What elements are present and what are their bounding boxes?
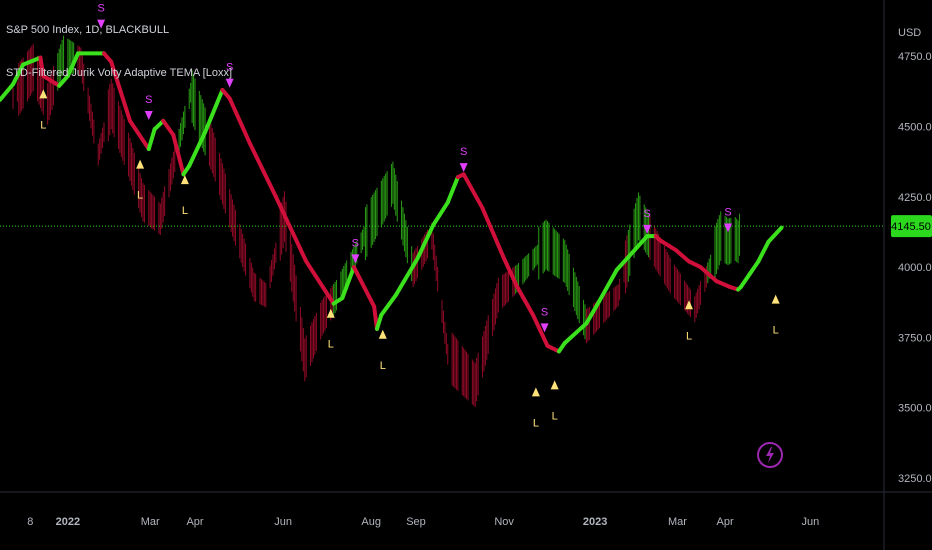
long-label: L — [533, 417, 539, 429]
short-label: S — [145, 94, 152, 106]
y-tick-label: 3250.00 — [898, 473, 932, 485]
lightning-button[interactable] — [757, 442, 783, 468]
x-tick-label: Nov — [494, 516, 514, 528]
long-label: L — [380, 360, 386, 372]
x-tick-label: Jun — [274, 516, 292, 528]
chart-stage: LSLSLSLSLSSLLSLSLUSD4750.004500.004250.0… — [0, 0, 932, 550]
y-tick-label: 3500.00 — [898, 403, 932, 415]
lightning-icon — [766, 447, 774, 463]
y-tick-label: 4250.00 — [898, 192, 932, 204]
tema-segment — [698, 265, 719, 284]
tema-segment — [714, 279, 732, 289]
tema-segment — [766, 225, 784, 244]
tema-segment — [658, 238, 678, 253]
tema-segment — [461, 172, 485, 211]
tema-segment — [674, 248, 691, 264]
tema-segment — [445, 175, 460, 205]
x-tick-label: Jun — [801, 516, 819, 528]
y-tick-label: 4500.00 — [898, 122, 932, 134]
tema-segment — [415, 222, 436, 261]
short-label: S — [460, 146, 467, 158]
tema-segment — [304, 259, 336, 306]
short-label: S — [97, 3, 104, 15]
y-tick-label: 4000.00 — [898, 262, 932, 274]
long-arrow — [771, 294, 780, 304]
short-arrow — [144, 111, 153, 121]
tema-segment — [431, 200, 450, 227]
tema-segment — [0, 82, 15, 102]
tema-segment — [247, 141, 278, 199]
tema-segment — [227, 96, 252, 146]
tema-segment — [375, 312, 384, 331]
long-label: L — [182, 205, 188, 217]
long-label: L — [137, 190, 143, 202]
long-label: L — [773, 325, 779, 337]
symbol-title[interactable]: S&P 500 Index, 1D, BLACKBULL — [6, 24, 169, 36]
long-arrow — [180, 175, 189, 185]
long-label: L — [686, 330, 692, 342]
tema-segment — [747, 259, 761, 277]
tema-segment — [203, 87, 225, 135]
tema-segment — [756, 239, 771, 264]
x-tick-label: Mar — [141, 516, 160, 528]
tema-segment — [161, 118, 176, 137]
short-label: S — [541, 306, 548, 318]
tema-segment — [515, 284, 535, 317]
short-label: S — [643, 208, 650, 220]
last-price-value: 4145.50 — [891, 221, 931, 233]
x-tick-label: Sep — [406, 516, 426, 528]
y-tick-label: 3750.00 — [898, 332, 932, 344]
x-tick-label: Aug — [361, 516, 381, 528]
x-tick-label: 2023 — [583, 516, 607, 528]
chart-canvas[interactable]: LSLSLSLSLSSLLSLSLUSD4750.004500.004250.0… — [0, 0, 932, 550]
long-arrow — [378, 329, 387, 339]
tema-segment — [739, 272, 752, 289]
long-arrow — [531, 387, 540, 397]
long-label: L — [552, 410, 558, 422]
unit-label: USD — [898, 27, 921, 39]
short-label: S — [724, 207, 731, 219]
tema-segment — [379, 293, 398, 317]
short-label: S — [352, 237, 359, 249]
tema-segment — [128, 118, 151, 152]
x-tick-label: 2022 — [56, 516, 80, 528]
tema-segment — [584, 298, 602, 326]
tema-segment — [146, 127, 157, 152]
long-arrow — [136, 159, 145, 169]
long-arrow — [550, 380, 559, 390]
short-arrow — [225, 78, 234, 88]
long-label: L — [328, 339, 334, 351]
long-label: L — [40, 119, 46, 131]
tema-segment — [187, 130, 208, 168]
x-tick-label: Mar — [668, 516, 687, 528]
x-tick-label: 8 — [27, 516, 33, 528]
tema-segment — [480, 206, 507, 261]
x-tick-label: Apr — [186, 516, 203, 528]
tema-segment — [502, 256, 520, 289]
short-arrow — [459, 163, 468, 173]
x-tick-label: Apr — [717, 516, 734, 528]
tema-segment — [354, 270, 377, 309]
indicator-title[interactable]: STD-Filtered Jurik Volty Adaptive TEMA [… — [6, 67, 232, 79]
y-tick-label: 4750.00 — [898, 51, 932, 63]
